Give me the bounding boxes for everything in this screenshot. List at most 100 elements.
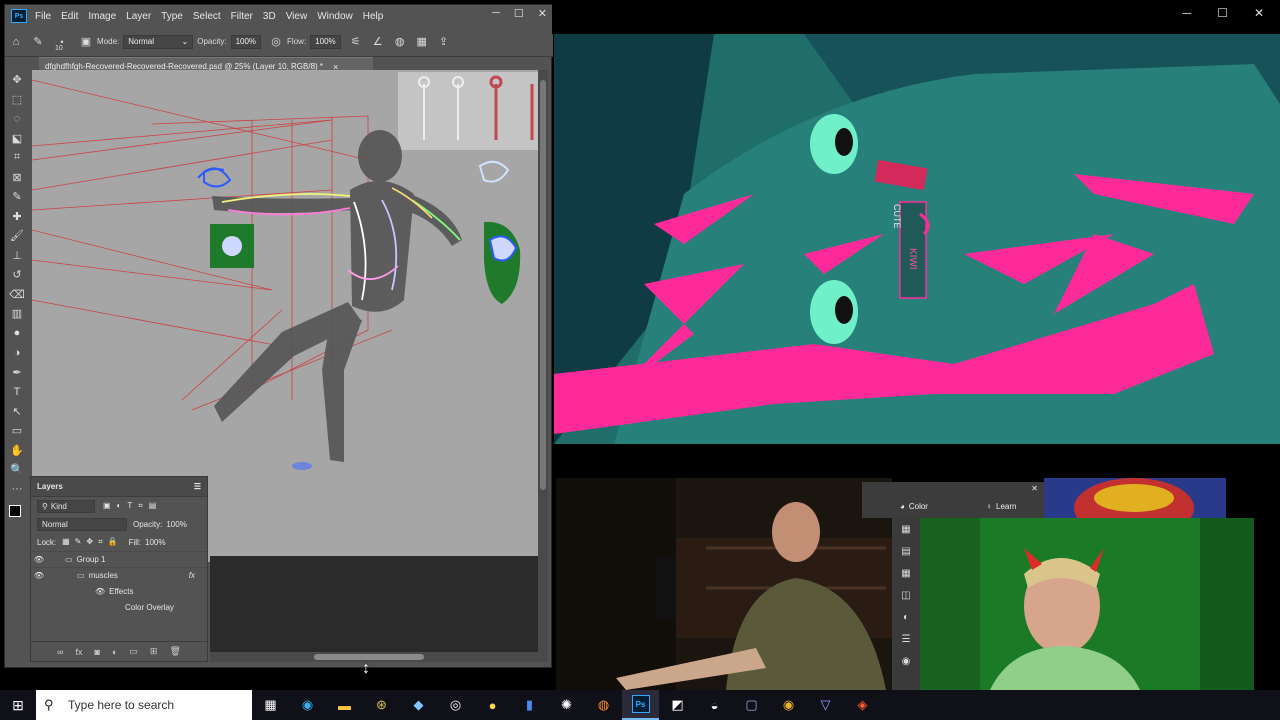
menu-view[interactable]: View: [286, 11, 308, 22]
layer-row-effects[interactable]: 👁 Effects: [31, 583, 207, 599]
file-explorer-icon[interactable]: ▬: [326, 690, 363, 720]
frame-tool-icon[interactable]: ⊠: [6, 168, 28, 188]
pattern-icon[interactable]: ▦: [892, 562, 920, 584]
lasso-tool-icon[interactable]: ◌: [6, 109, 28, 129]
color-swatches[interactable]: [6, 503, 28, 525]
windows-start-icon[interactable]: ⊞: [0, 690, 36, 720]
opacity-value[interactable]: 100%: [166, 520, 186, 529]
layer-filter-select[interactable]: ⚲ Kind: [37, 499, 95, 513]
app-icon-9[interactable]: ▽: [807, 690, 844, 720]
marquee-tool-icon[interactable]: ⬚: [6, 90, 28, 110]
eraser-tool-icon[interactable]: ⌫: [6, 285, 28, 305]
menu-file[interactable]: File: [35, 11, 51, 22]
minimize-button[interactable]: ─: [492, 7, 500, 20]
app-icon-5[interactable]: ✺: [548, 690, 585, 720]
app-icon-6[interactable]: ◩: [659, 690, 696, 720]
home-icon[interactable]: ⌂: [9, 35, 23, 49]
horizontal-scrollbar[interactable]: [210, 652, 548, 662]
taskbar-search[interactable]: ⚲ Type here to search: [36, 690, 252, 720]
vertical-scrollbar[interactable]: [538, 70, 548, 652]
pressure-opacity-icon[interactable]: ◎: [269, 35, 283, 49]
layer-row-group-1[interactable]: 👁 ▭ Group 1: [31, 551, 207, 567]
object-select-tool-icon[interactable]: ⬕: [6, 129, 28, 149]
blend-mode-select[interactable]: Normal: [37, 517, 127, 531]
adjustment-icon[interactable]: ◐: [112, 647, 117, 657]
menu-image[interactable]: Image: [88, 11, 116, 22]
app-icon-7[interactable]: ◒: [696, 690, 733, 720]
app-icon-2[interactable]: ◆: [400, 690, 437, 720]
menu-edit[interactable]: Edit: [61, 11, 78, 22]
dodge-tool-icon[interactable]: ◑: [6, 343, 28, 363]
fill-value[interactable]: 100%: [145, 538, 165, 547]
brave-icon[interactable]: ◈: [844, 690, 881, 720]
brush-tool-icon[interactable]: 🖌: [6, 226, 28, 246]
close-button[interactable]: ✕: [1254, 6, 1264, 20]
visibility-eye-icon[interactable]: 👁: [95, 587, 105, 596]
edge-icon[interactable]: ◉: [289, 690, 326, 720]
brush-size-picker[interactable]: • 10: [49, 37, 75, 52]
symmetry-icon[interactable]: ▦: [415, 35, 429, 49]
move-tool-icon[interactable]: ✥: [6, 70, 28, 90]
filter-icons[interactable]: ▣◐T⌗▤: [103, 501, 162, 511]
libraries-icon[interactable]: ◐: [892, 606, 920, 628]
chrome-icon[interactable]: ◉: [770, 690, 807, 720]
flow-input[interactable]: 100%: [310, 34, 341, 49]
adjustments-icon[interactable]: ◫: [892, 584, 920, 606]
opacity-input[interactable]: 100%: [230, 34, 262, 49]
pressure-size-icon[interactable]: ◍: [393, 35, 407, 49]
shape-tool-icon[interactable]: ▭: [6, 421, 28, 441]
brush-preset-icon[interactable]: ✎: [31, 35, 45, 49]
history-brush-icon[interactable]: ↺: [6, 265, 28, 285]
firefox-icon[interactable]: ◍: [585, 690, 622, 720]
type-tool-icon[interactable]: T: [6, 382, 28, 402]
gradient-tool-icon[interactable]: ▥: [6, 304, 28, 324]
app-icon-4[interactable]: ●: [474, 690, 511, 720]
smoothing-icon[interactable]: ∠: [371, 35, 385, 49]
link-layers-icon[interactable]: ∞: [57, 647, 63, 657]
app-icon-8[interactable]: ▢: [733, 690, 770, 720]
task-view-icon[interactable]: ▦: [252, 690, 289, 720]
layer-row-muscles[interactable]: 👁 ▭ muscles fx: [31, 567, 207, 583]
minimize-button[interactable]: ─: [1183, 6, 1192, 20]
brush-settings-icon[interactable]: ▣: [79, 35, 93, 49]
mask-icon[interactable]: ◙: [95, 647, 100, 657]
lock-icons[interactable]: ▦✎✥⌗🔒: [62, 537, 122, 547]
menu-type[interactable]: Type: [161, 11, 183, 22]
close-button[interactable]: ✕: [538, 7, 547, 20]
docs-icon[interactable]: ▮: [511, 690, 548, 720]
menu-layer[interactable]: Layer: [126, 11, 151, 22]
new-group-icon[interactable]: ▭: [129, 646, 138, 657]
layer-row-color-overlay[interactable]: Color Overlay: [31, 599, 207, 615]
share-icon[interactable]: ⇪: [437, 35, 451, 49]
color-tab[interactable]: ◕ Color: [900, 502, 928, 511]
blur-tool-icon[interactable]: ●: [6, 324, 28, 344]
zoom-tool-icon[interactable]: 🔍: [6, 460, 28, 480]
channels-icon[interactable]: ◉: [892, 650, 920, 672]
gradient-icon[interactable]: ▤: [892, 540, 920, 562]
mode-select[interactable]: Normal ⌄: [123, 34, 194, 49]
app-icon-1[interactable]: ⊛: [363, 690, 400, 720]
path-select-icon[interactable]: ↖: [6, 402, 28, 422]
visibility-eye-icon[interactable]: 👁: [31, 555, 47, 564]
learn-tab[interactable]: ♀ Learn: [986, 502, 1016, 511]
fx-badge[interactable]: fx: [189, 571, 195, 580]
properties-icon[interactable]: ☰: [892, 628, 920, 650]
new-layer-icon[interactable]: ⊞: [150, 646, 158, 657]
maximize-button[interactable]: ☐: [1217, 6, 1228, 20]
app-icon-3[interactable]: ◎: [437, 690, 474, 720]
fx-icon[interactable]: fx: [76, 647, 83, 657]
menu-filter[interactable]: Filter: [231, 11, 253, 22]
eyedropper-tool-icon[interactable]: ✎: [6, 187, 28, 207]
photoshop-taskbar-icon[interactable]: Ps: [622, 690, 659, 720]
swatches-icon[interactable]: ▦: [892, 518, 920, 540]
more-tools-icon[interactable]: ···: [6, 480, 28, 500]
pen-tool-icon[interactable]: ✒: [6, 363, 28, 383]
delete-layer-icon[interactable]: 🗑: [169, 646, 180, 657]
maximize-button[interactable]: ☐: [514, 7, 524, 20]
menu-select[interactable]: Select: [193, 11, 221, 22]
crop-tool-icon[interactable]: ⌗: [6, 148, 28, 168]
vertical-scroll-thumb[interactable]: [540, 80, 546, 490]
healing-tool-icon[interactable]: ✚: [6, 207, 28, 227]
menu-help[interactable]: Help: [363, 11, 384, 22]
menu-3d[interactable]: 3D: [263, 11, 276, 22]
